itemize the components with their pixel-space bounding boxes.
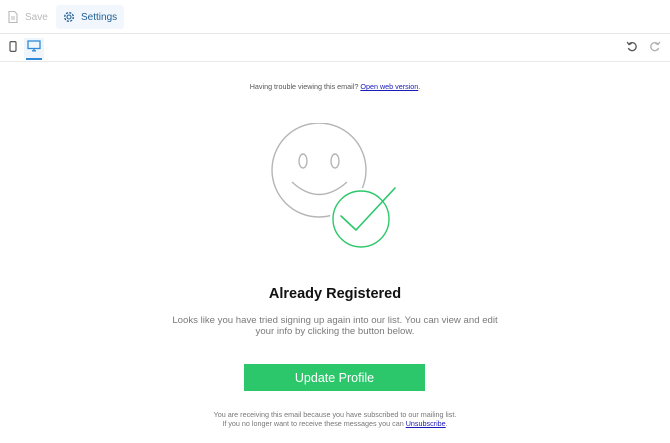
top-toolbar: Save Settings [0,0,670,34]
desktop-icon [27,39,41,57]
footer-line-1: You are receiving this email because you… [213,410,457,419]
desktop-view-button[interactable] [24,38,44,60]
trouble-text: Having trouble viewing this email? [249,82,359,91]
undo-button[interactable] [624,38,640,58]
trouble-period: . [418,82,421,91]
smiley-checkmark-illustration [265,122,400,250]
web-version-notice: Having trouble viewing this email? Open … [0,82,670,91]
gear-icon [62,10,76,24]
footer-line-2: If you no longer want to receive these m… [0,419,670,428]
unsubscribe-link[interactable]: Unsubscribe [406,419,446,428]
mobile-view-button[interactable] [6,38,20,58]
document-icon [6,10,20,24]
open-web-version-link[interactable]: Open web version [360,82,418,91]
footer-period: . [445,419,448,428]
mobile-icon [9,39,17,57]
save-label: Save [25,11,48,23]
email-preview: Having trouble viewing this email? Open … [0,63,670,443]
redo-button[interactable] [647,38,663,58]
update-profile-button[interactable]: Update Profile [244,364,425,391]
heading: Already Registered [268,286,402,302]
settings-button[interactable]: Settings [56,5,124,29]
footer-line-2-text: If you no longer want to receive these m… [222,419,404,428]
description: Looks like you have tried signing up aga… [160,315,510,337]
email-footer: You are receiving this email because you… [0,410,670,428]
description-line-2: your info by clicking the button below. [255,326,415,337]
redo-icon [649,39,661,57]
undo-icon [626,39,638,57]
description-line-1: Looks like you have tried signing up aga… [172,315,498,326]
view-toolbar [0,34,670,62]
settings-label: Settings [81,11,118,23]
save-button[interactable]: Save [6,5,52,29]
